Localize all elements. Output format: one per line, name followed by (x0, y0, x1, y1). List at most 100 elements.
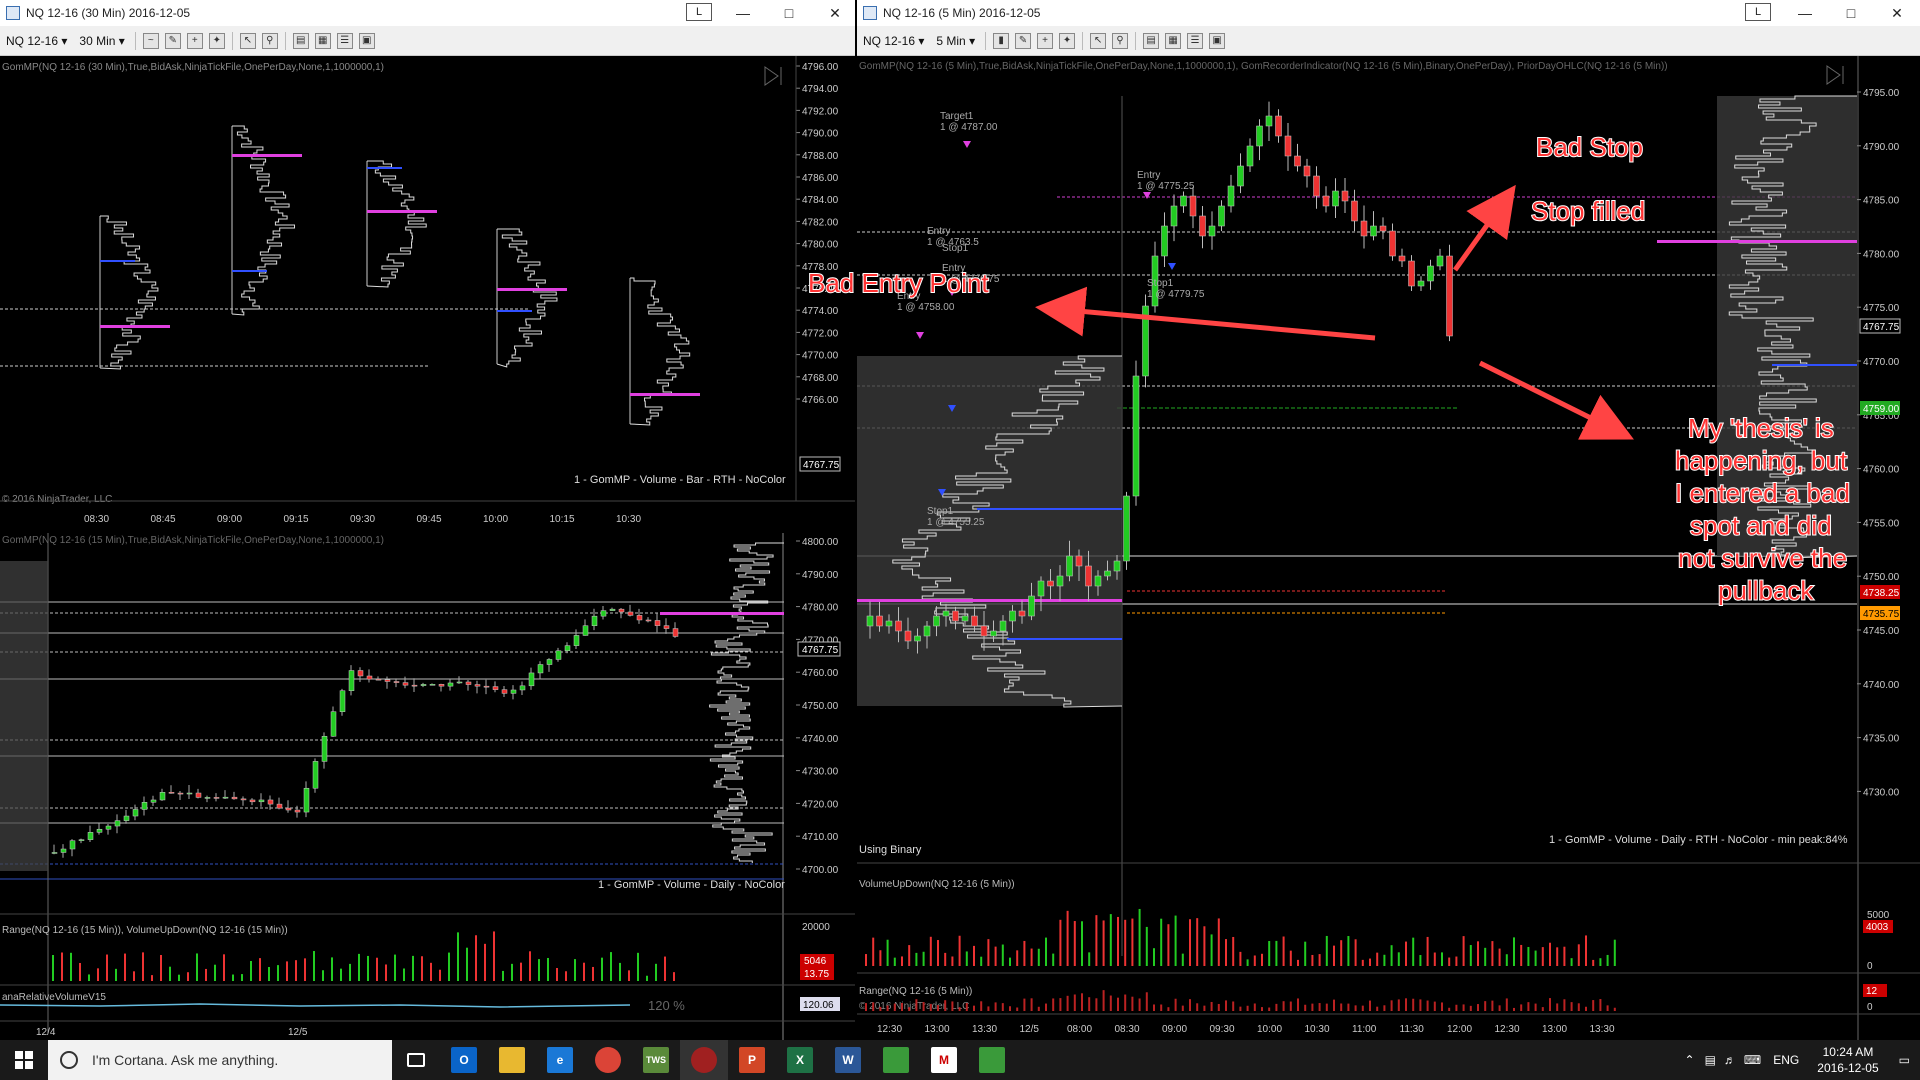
pencil-drawing-icon[interactable]: ✎ (164, 32, 181, 49)
scroll-end-icon[interactable] (764, 66, 782, 86)
task-view-button[interactable] (392, 1040, 440, 1080)
zoom-icon[interactable]: ⚲ (1112, 32, 1129, 49)
order-marker-label: Entry (897, 291, 920, 302)
candlestick (672, 628, 679, 637)
range-bar (1304, 1004, 1307, 1011)
maximize-button[interactable]: □ (766, 0, 812, 26)
data-box-icon[interactable]: ▦ (314, 32, 331, 49)
taskbar-app-edge[interactable]: e (536, 1040, 584, 1080)
volume-bar (1268, 941, 1271, 966)
chart-style-icon[interactable]: ▮ (993, 32, 1010, 49)
volume-bar (1102, 920, 1105, 966)
minimize-button[interactable]: — (1782, 0, 1828, 26)
cursor-icon[interactable]: ↖ (1090, 32, 1107, 49)
range-bar (965, 1003, 968, 1011)
indicator-icon[interactable]: + (1037, 32, 1054, 49)
candlestick (961, 615, 969, 622)
chart-window-30min: NQ 12-16 (30 Min) 2016-12-05 L — □ ✕ NQ … (0, 0, 855, 533)
taskbar-app-green2[interactable] (968, 1040, 1016, 1080)
minimize-button[interactable]: — (720, 0, 766, 26)
range-bar (1232, 1001, 1235, 1011)
data-box-icon[interactable]: ▦ (1165, 32, 1182, 49)
instrument-selector[interactable]: NQ 12-16 ▾ (0, 30, 73, 52)
volume-bar (1066, 910, 1069, 966)
volume-bar (1592, 959, 1595, 966)
windows-taskbar: I'm Cortana. Ask me anything. O e TWS P … (0, 1040, 1920, 1080)
snapshot-icon[interactable]: ▣ (358, 32, 375, 49)
price-chart-15min[interactable]: GomMP(NQ 12-16 (15 Min),True,BidAsk,Ninj… (0, 533, 855, 1040)
range-bar (1289, 1001, 1292, 1011)
window-titlebar[interactable]: NQ 12-16 (30 Min) 2016-12-05 L — □ ✕ (0, 0, 855, 26)
clock[interactable]: 10:24 AM 2016-12-05 (1807, 1044, 1888, 1076)
vwap-marker (977, 508, 1122, 510)
volume-bar (958, 935, 961, 966)
link-button[interactable]: L (686, 3, 712, 21)
taskbar-app-chrome[interactable] (584, 1040, 632, 1080)
candlestick (123, 815, 130, 821)
taskbar-app-word[interactable]: W (824, 1040, 872, 1080)
chevron-up-icon[interactable]: ⌃ (1679, 1053, 1701, 1067)
cortana-search-box[interactable]: I'm Cortana. Ask me anything. (48, 1040, 392, 1080)
taskbar-app-explorer[interactable] (488, 1040, 536, 1080)
instrument-selector[interactable]: NQ 12-16 ▾ (857, 30, 930, 52)
maximize-button[interactable]: □ (1828, 0, 1874, 26)
link-button[interactable]: L (1745, 3, 1771, 21)
y-axis-label: 4782.00 (802, 217, 839, 228)
gmail-icon: M (931, 1047, 957, 1073)
language-indicator[interactable]: ENG (1765, 1053, 1807, 1067)
window-titlebar[interactable]: NQ 12-16 (5 Min) 2016-12-05 L — □ ✕ (857, 0, 1920, 26)
notifications-icon[interactable]: ▭ (1889, 1053, 1920, 1067)
ninjatrader-chart-icon (863, 6, 877, 20)
range-bar (1412, 998, 1415, 1011)
properties-icon[interactable]: ☰ (1187, 32, 1204, 49)
pencil-drawing-icon[interactable]: ✎ (1015, 32, 1032, 49)
y-axis-label: 4770.00 (1863, 357, 1900, 368)
y-axis-label: 4775.00 (1863, 303, 1900, 314)
chart-trader-icon[interactable]: ▤ (1143, 32, 1160, 49)
keyboard-icon[interactable]: ⌨ (1740, 1053, 1765, 1067)
zoom-icon[interactable]: ⚲ (261, 32, 278, 49)
y-axis-label: 4750.00 (1863, 572, 1900, 583)
price-chart-5min[interactable]: GomMP(NQ 12-16 (5 Min),True,BidAsk,Ninja… (857, 56, 1920, 1040)
taskbar-app-tws[interactable]: TWS (632, 1040, 680, 1080)
taskbar-app-ninjatrader[interactable] (680, 1040, 728, 1080)
cursor-icon[interactable]: ↖ (239, 32, 256, 49)
candlestick (885, 620, 893, 627)
volume-bar (1390, 945, 1393, 966)
candlestick (330, 711, 337, 737)
chart-trader-icon[interactable]: ▤ (292, 32, 309, 49)
close-button[interactable]: ✕ (1874, 0, 1920, 26)
network-icon[interactable]: ▤ (1701, 1053, 1720, 1067)
range-bar (1217, 1003, 1220, 1011)
indicator-icon[interactable]: + (186, 32, 203, 49)
taskbar-app-green1[interactable] (872, 1040, 920, 1080)
strategy-icon[interactable]: ✦ (1059, 32, 1076, 49)
toolbar-divider (1082, 31, 1084, 50)
subpanel-y-label: 5000 (1867, 910, 1890, 921)
period-selector[interactable]: 30 Min ▾ (73, 30, 130, 52)
y-axis-label: 4740.00 (1863, 680, 1900, 691)
close-button[interactable]: ✕ (812, 0, 855, 26)
window-title: NQ 12-16 (30 Min) 2016-12-05 (26, 6, 191, 20)
price-chart-30min[interactable]: GomMP(NQ 12-16 (30 Min),True,BidAsk,Ninj… (0, 56, 855, 533)
chart-style-icon[interactable]: ~ (142, 32, 159, 49)
candlestick (866, 615, 874, 627)
range-bar (1361, 1005, 1364, 1011)
start-button[interactable] (0, 1040, 48, 1080)
taskbar-app-powerpoint[interactable]: P (728, 1040, 776, 1080)
strategy-icon[interactable]: ✦ (208, 32, 225, 49)
candlestick (1379, 225, 1387, 232)
price-badge-text: 4767.75 (802, 645, 839, 656)
period-selector[interactable]: 5 Min ▾ (930, 30, 981, 52)
taskbar-app-gmail[interactable]: M (920, 1040, 968, 1080)
properties-icon[interactable]: ☰ (336, 32, 353, 49)
candlestick (114, 820, 121, 827)
snapshot-icon[interactable]: ▣ (1209, 32, 1226, 49)
taskbar-app-outlook[interactable]: O (440, 1040, 488, 1080)
taskbar-app-excel[interactable]: X (776, 1040, 824, 1080)
range-bar (1347, 1003, 1350, 1011)
x-axis-label: 09:45 (417, 514, 442, 525)
candlestick (1132, 375, 1140, 497)
volume-icon[interactable]: ♬ (1720, 1053, 1740, 1067)
candlestick (501, 689, 508, 694)
